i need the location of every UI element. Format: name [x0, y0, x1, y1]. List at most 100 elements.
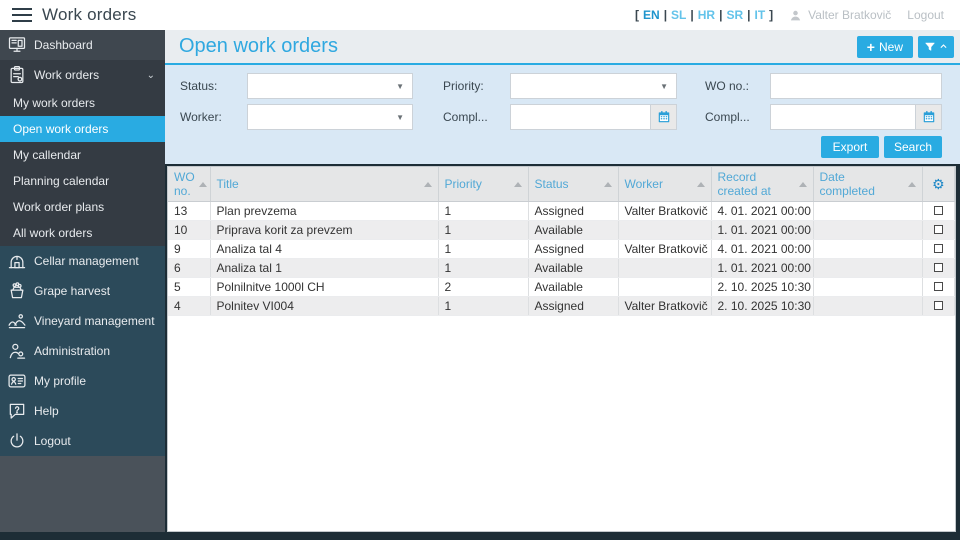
table-row[interactable]: 13 Plan prevzema 1 Assigned Valter Bratkovič…	[168, 201, 955, 221]
worker-filter-select[interactable]: ▼	[247, 104, 413, 130]
page-header: Open work orders + New	[165, 30, 960, 63]
completed-from-date-field	[510, 104, 677, 130]
sidebar-item-label: Logout	[34, 434, 71, 448]
sidebar-item-cellar-management[interactable]: Cellar management	[0, 246, 165, 276]
row-checkbox[interactable]	[933, 301, 943, 310]
help-bubble-icon	[0, 401, 34, 421]
completed-from-input[interactable]	[511, 105, 650, 129]
language-separator: |	[747, 8, 751, 22]
column-label: WO no.	[174, 170, 195, 198]
filter-panel: Status: ▼ Priority: ▼ WO no.: Worker: ▼ …	[165, 63, 960, 164]
completed-to-input[interactable]	[771, 105, 915, 129]
column-header-record-created[interactable]: Record created at	[711, 167, 814, 202]
sidebar-item-vineyard-management[interactable]: Vineyard management	[0, 306, 165, 336]
sidebar-item-all-work-orders[interactable]: All work orders	[0, 220, 165, 246]
language-separator: |	[719, 8, 723, 22]
priority-filter-select[interactable]: ▼	[510, 73, 677, 99]
completed-to-calendar-button[interactable]	[915, 104, 942, 130]
column-header-priority[interactable]: Priority	[438, 167, 529, 202]
sidebar-item-dashboard[interactable]: Dashboard	[0, 30, 165, 60]
column-label: Priority	[444, 177, 482, 191]
sidebar-item-my-callendar[interactable]: My callendar	[0, 142, 165, 168]
column-header-worker[interactable]: Worker	[618, 167, 712, 202]
topbar-right: [ EN | SL | HR | SR | IT ] Valter Bratko…	[635, 8, 960, 22]
column-header-wo-no[interactable]: WO no.	[168, 167, 211, 202]
clipboard-icon	[0, 65, 34, 85]
wo-no-filter-input[interactable]	[771, 74, 941, 98]
filter-toggle-button[interactable]	[918, 35, 954, 58]
row-checkbox[interactable]	[933, 225, 943, 234]
work-orders-table: WO no. Title Priority Status Worker Reco…	[168, 167, 955, 316]
new-button-label: New	[878, 39, 903, 54]
column-settings-button[interactable]: ⚙	[922, 167, 955, 202]
sidebar-item-administration[interactable]: Administration	[0, 336, 165, 366]
table-row[interactable]: 4 Polnitev VI004 1 Assigned Valter Bratkovič…	[168, 296, 955, 316]
sidebar-item-logout[interactable]: Logout	[0, 426, 165, 456]
column-header-date-completed[interactable]: Date completed	[813, 167, 923, 202]
sidebar-item-my-work-orders[interactable]: My work orders	[0, 90, 165, 116]
completed-to-filter-label: Compl...	[705, 110, 750, 124]
sort-asc-icon	[423, 181, 432, 187]
sidebar-item-label: Work orders	[34, 68, 100, 82]
sidebar-item-my-profile[interactable]: My profile	[0, 366, 165, 396]
sort-asc-icon	[798, 181, 807, 187]
sidebar-item-work-order-plans[interactable]: Work order plans	[0, 194, 165, 220]
administration-icon	[0, 341, 34, 361]
completed-from-calendar-button[interactable]	[650, 104, 677, 130]
bracket: [	[635, 8, 640, 22]
bracket: ]	[769, 8, 774, 22]
worker-filter-label: Worker:	[180, 110, 222, 124]
sidebar-item-help[interactable]: Help	[0, 396, 165, 426]
caret-down-icon: ▼	[660, 81, 668, 91]
row-checkbox[interactable]	[933, 282, 943, 291]
wo-no-filter-input-wrap	[770, 73, 942, 99]
table-row[interactable]: 6 Analiza tal 1 1 Available 1. 01. 2021 00:0…	[168, 258, 955, 278]
sidebar-item-planning-calendar[interactable]: Planning calendar	[0, 168, 165, 194]
sidebar-item-label: Grape harvest	[34, 284, 111, 298]
wo-no-filter-label: WO no.:	[705, 79, 750, 93]
new-work-order-button[interactable]: + New	[856, 35, 913, 58]
grape-basket-icon	[0, 281, 34, 301]
language-link-hr[interactable]: HR	[698, 8, 715, 22]
calendar-icon	[658, 111, 669, 123]
app-title: Work orders	[42, 5, 137, 24]
language-link-sr[interactable]: SR	[726, 8, 743, 22]
sidebar-item-label: Dashboard	[34, 38, 93, 52]
table-row[interactable]: 10 Priprava korit za prevzem 1 Available 1. …	[168, 220, 955, 240]
row-checkbox[interactable]	[933, 244, 943, 253]
sidebar-item-work-orders[interactable]: Work orders ⌄	[0, 60, 165, 90]
row-checkbox[interactable]	[933, 206, 943, 215]
language-switcher: [ EN | SL | HR | SR | IT ]	[635, 8, 773, 22]
page-title: Open work orders	[179, 35, 338, 57]
column-label: Status	[534, 177, 569, 191]
sidebar: Dashboard Work orders ⌄ My work orders O…	[0, 30, 165, 540]
column-label: Date completed	[819, 170, 875, 198]
priority-filter-label: Priority:	[443, 79, 484, 93]
sidebar-item-label: My profile	[34, 374, 87, 388]
export-button[interactable]: Export	[821, 136, 879, 158]
sort-asc-icon	[198, 181, 207, 187]
column-header-title[interactable]: Title	[210, 167, 439, 202]
sidebar-item-grape-harvest[interactable]: Grape harvest	[0, 276, 165, 306]
work-orders-table-panel: WO no. Title Priority Status Worker Reco…	[167, 166, 956, 532]
sidebar-item-label: Cellar management	[34, 254, 139, 268]
column-header-status[interactable]: Status	[528, 167, 619, 202]
table-row[interactable]: 5 Polnilnitve 1000l CH 2 Available 2. 10. 20…	[168, 277, 955, 297]
table-row[interactable]: 9 Analiza tal 4 1 Assigned Valter Bratkovič 4…	[168, 239, 955, 259]
sidebar-filler	[0, 456, 165, 532]
language-separator: |	[690, 8, 694, 22]
topbar-logout-link[interactable]: Logout	[907, 8, 944, 22]
main-content: Open work orders + New Status: ▼ Priorit…	[165, 30, 960, 540]
status-filter-select[interactable]: ▼	[247, 73, 413, 99]
language-link-sl[interactable]: SL	[671, 8, 686, 22]
vineyard-landscape-icon	[0, 311, 34, 331]
sort-asc-icon	[603, 181, 612, 187]
hamburger-menu-icon[interactable]	[12, 8, 32, 22]
language-link-en[interactable]: EN	[643, 8, 660, 22]
row-checkbox[interactable]	[933, 263, 943, 272]
sort-asc-icon	[696, 181, 705, 187]
completed-from-input-wrap	[510, 104, 650, 130]
language-link-it[interactable]: IT	[754, 8, 765, 22]
sidebar-item-open-work-orders[interactable]: Open work orders	[0, 116, 165, 142]
search-button[interactable]: Search	[884, 136, 942, 158]
